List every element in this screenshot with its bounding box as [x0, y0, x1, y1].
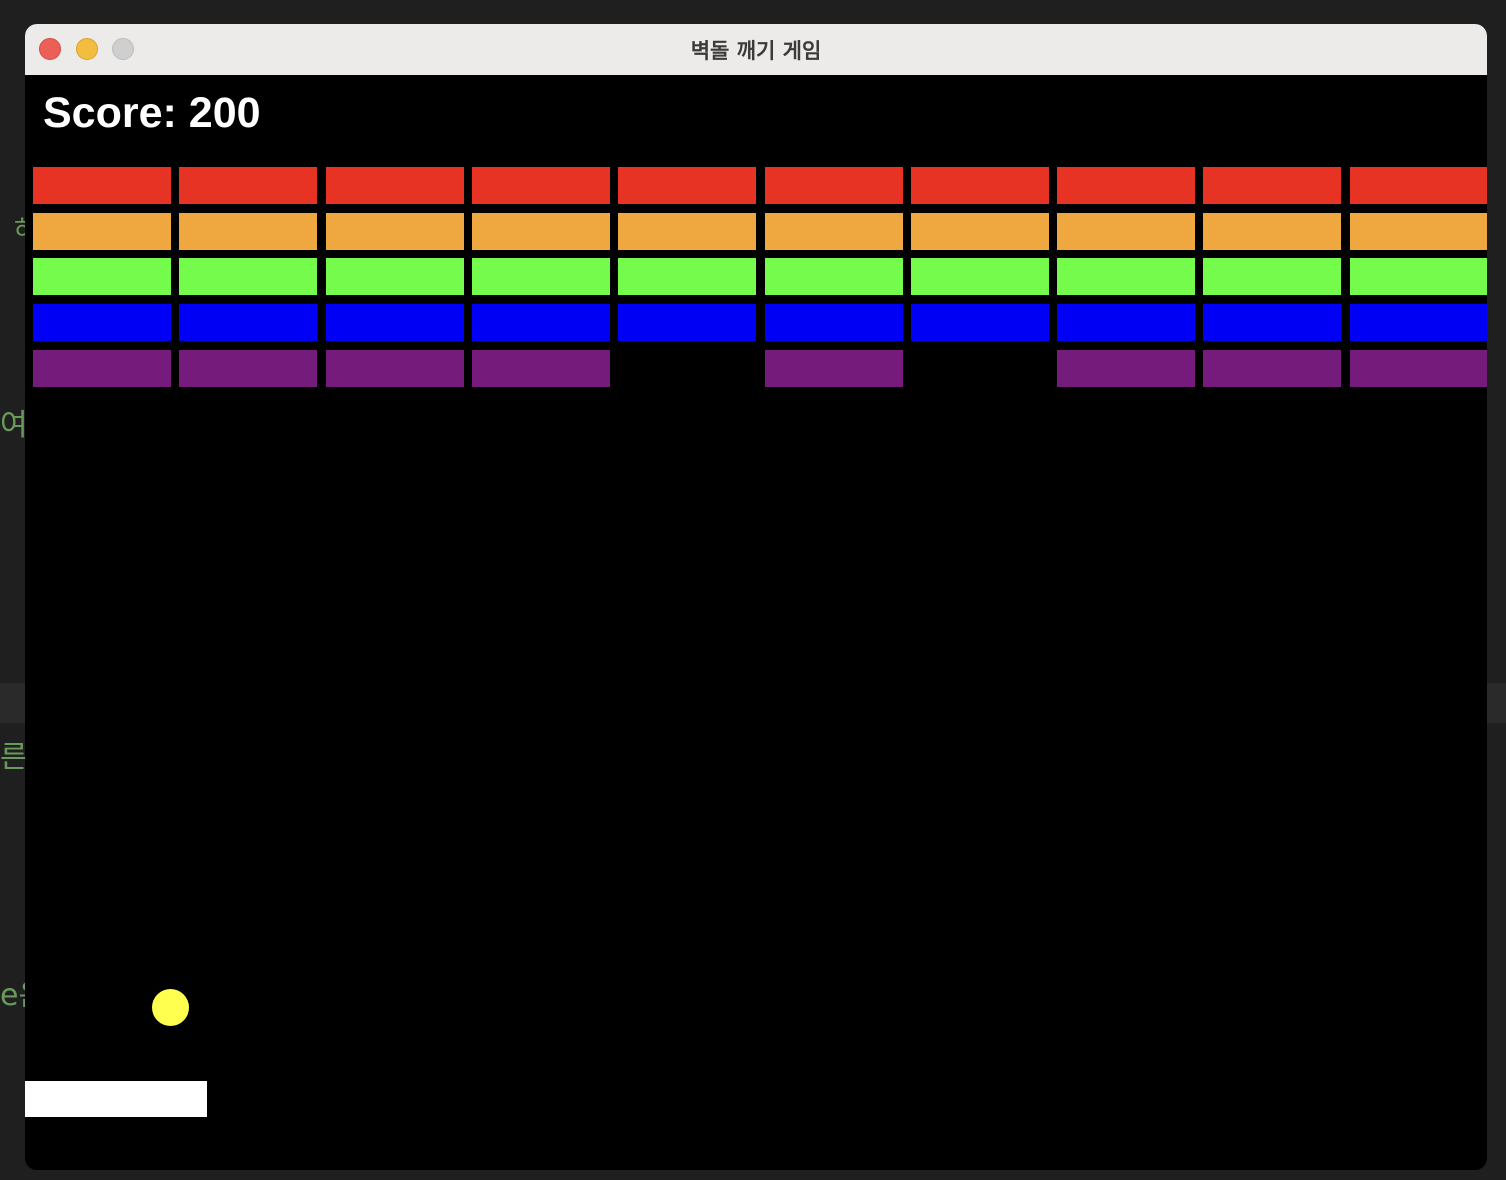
brick [32, 257, 172, 296]
brick [178, 166, 318, 205]
score-label: Score: [43, 89, 177, 137]
game-window: 벽돌 깨기 게임 Score: 200 [25, 24, 1487, 1170]
brick [1056, 166, 1196, 205]
brick [32, 349, 172, 388]
brick [178, 257, 318, 296]
background-text-2: 여 [0, 408, 28, 443]
brick [325, 212, 465, 251]
brick [764, 212, 904, 251]
background-text-3: 른 [0, 740, 28, 775]
brick [471, 303, 611, 342]
brick [1056, 212, 1196, 251]
brick [910, 212, 1050, 251]
brick [910, 303, 1050, 342]
brick [325, 257, 465, 296]
game-canvas[interactable]: Score: 200 [25, 75, 1487, 1170]
brick [617, 303, 757, 342]
brick [617, 257, 757, 296]
brick [471, 257, 611, 296]
brick [1349, 212, 1487, 251]
brick [325, 303, 465, 342]
score-value: 200 [188, 89, 261, 137]
brick [178, 303, 318, 342]
title-bar[interactable]: 벽돌 깨기 게임 [25, 24, 1487, 76]
ball [152, 989, 189, 1026]
brick [1349, 303, 1487, 342]
score-display: Score: 200 [43, 89, 261, 138]
brick [1056, 349, 1196, 388]
brick [617, 166, 757, 205]
brick [1202, 212, 1342, 251]
brick [471, 166, 611, 205]
brick [910, 257, 1050, 296]
brick [471, 212, 611, 251]
brick [910, 166, 1050, 205]
brick [617, 212, 757, 251]
brick [1349, 166, 1487, 205]
window-title: 벽돌 깨기 게임 [690, 39, 822, 63]
brick [1202, 257, 1342, 296]
brick [325, 349, 465, 388]
brick [178, 349, 318, 388]
brick [32, 212, 172, 251]
brick [471, 349, 611, 388]
brick [764, 349, 904, 388]
brick [764, 166, 904, 205]
brick [1056, 303, 1196, 342]
brick [764, 257, 904, 296]
brick [178, 212, 318, 251]
paddle[interactable] [25, 1081, 207, 1117]
brick [1349, 257, 1487, 296]
brick [1056, 257, 1196, 296]
brick [1202, 303, 1342, 342]
brick [1202, 349, 1342, 388]
brick [1349, 349, 1487, 388]
brick [325, 166, 465, 205]
brick [32, 303, 172, 342]
brick [764, 303, 904, 342]
brick [1202, 166, 1342, 205]
brick [32, 166, 172, 205]
